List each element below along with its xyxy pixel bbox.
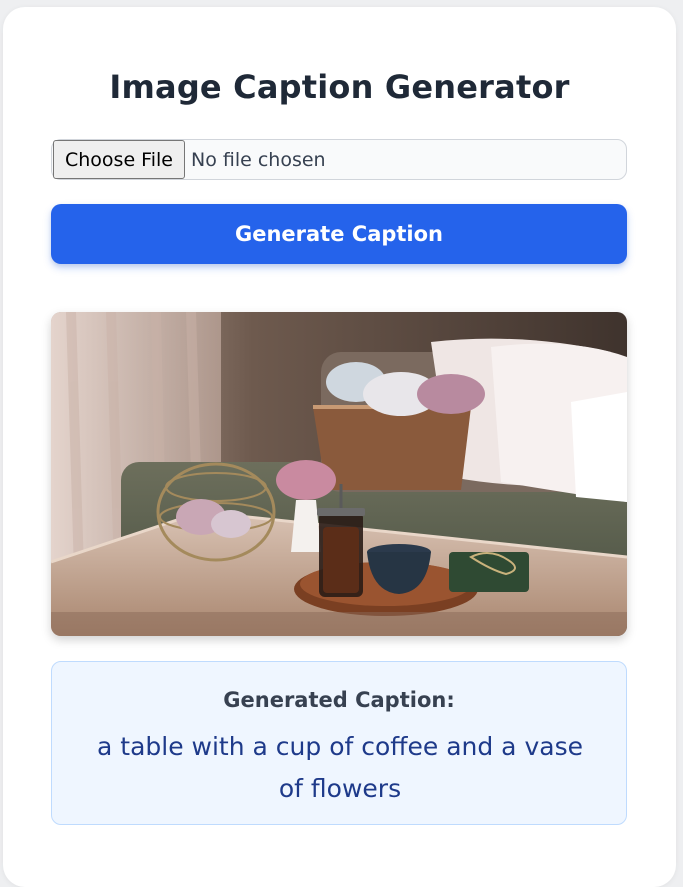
main-card: Image Caption Generator Choose File No f… <box>3 7 676 887</box>
caption-heading: Generated Caption: <box>223 688 455 712</box>
caption-result-box: Generated Caption: a table with a cup of… <box>51 661 627 825</box>
page-title: Image Caption Generator <box>109 68 570 106</box>
caption-text: a table with a cup of coffee and a vase … <box>97 732 583 803</box>
image-preview <box>51 312 627 636</box>
file-input[interactable]: Choose File No file chosen <box>51 139 627 180</box>
choose-file-button[interactable]: Choose File <box>53 140 185 179</box>
generate-caption-button[interactable]: Generate Caption <box>51 204 627 264</box>
file-status-text: No file chosen <box>191 148 326 171</box>
